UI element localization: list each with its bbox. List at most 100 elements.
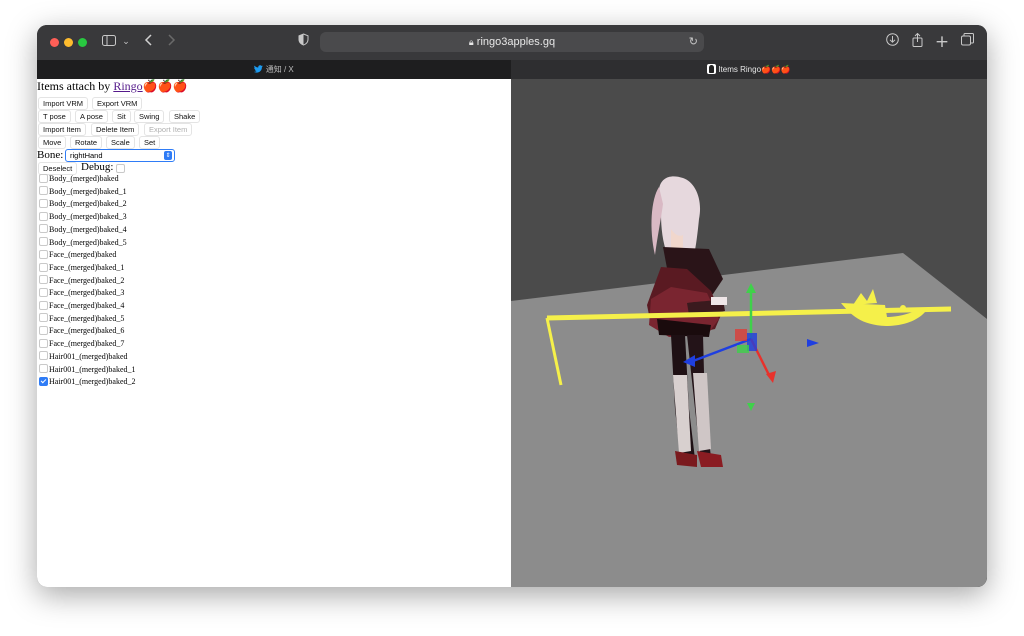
mesh-row[interactable]: Face_(merged)baked_7 — [39, 338, 124, 350]
page-title: Items attach by Ringo🍎🍎🍎 — [37, 79, 187, 93]
tab-twitter[interactable]: 通知 / X — [37, 60, 511, 79]
download-icon[interactable] — [884, 33, 900, 51]
mesh-row[interactable]: Face_(merged)baked_1 — [39, 262, 124, 274]
tab-items-ringo[interactable]: Items Ringo🍎🍎🍎 — [511, 60, 987, 79]
apple-emoji: 🍎🍎🍎 — [142, 79, 188, 93]
export-vrm-button[interactable]: Export VRM — [92, 97, 143, 110]
chevron-down-icon[interactable]: ⌄ — [121, 33, 131, 51]
mesh-row[interactable]: Hair001_(merged)baked_1 — [39, 364, 136, 376]
mesh-checkbox[interactable] — [39, 300, 48, 310]
scale-button[interactable]: Scale — [106, 136, 135, 149]
swing-button[interactable]: Swing — [134, 110, 165, 123]
mesh-label: Body_(merged)baked_2 — [49, 199, 127, 209]
character-favicon-icon — [707, 64, 717, 74]
mesh-checkbox[interactable] — [39, 186, 48, 196]
address-url: ringo3apples.gq — [476, 36, 556, 48]
mesh-label: Face_(merged)baked_3 — [49, 288, 125, 298]
mesh-row[interactable]: Body_(merged)baked_4 — [39, 224, 127, 236]
debug-checkbox[interactable] — [116, 164, 125, 173]
select-arrows-icon: ⇕ — [164, 151, 172, 160]
mesh-label: Hair001_(merged)baked_2 — [49, 377, 136, 387]
mesh-label: Body_(merged)baked_4 — [49, 224, 127, 234]
mesh-checkbox[interactable] — [39, 237, 48, 247]
import-vrm-button[interactable]: Import VRM — [38, 97, 89, 110]
mesh-label: Face_(merged)baked_6 — [49, 326, 125, 336]
minimize-window-button[interactable] — [64, 38, 73, 47]
forward-arrow-icon[interactable] — [165, 33, 179, 51]
mesh-checkbox[interactable] — [39, 262, 48, 272]
address-bar[interactable]: 🔒︎ ringo3apples.gq ↻ — [320, 32, 704, 52]
mesh-label: Hair001_(merged)baked — [49, 351, 128, 361]
mesh-row[interactable]: Hair001_(merged)baked_2 — [39, 376, 136, 388]
ringo-link[interactable]: Ringo — [113, 79, 142, 93]
mesh-checkbox[interactable] — [39, 173, 48, 183]
mesh-row[interactable]: Body_(merged)baked_3 — [39, 211, 127, 223]
mesh-checkbox[interactable] — [39, 313, 48, 323]
control-panel: Items attach by Ringo🍎🍎🍎 Import VRM Expo… — [37, 79, 511, 587]
mesh-label: Face_(merged)baked_1 — [49, 262, 125, 272]
shake-button[interactable]: Shake — [169, 110, 201, 123]
mesh-label: Body_(merged)baked_5 — [49, 237, 127, 247]
twitter-bird-icon — [254, 64, 266, 74]
tab-label: 通知 / X — [265, 65, 294, 74]
mesh-checkbox[interactable] — [39, 287, 48, 297]
rotate-button[interactable]: Rotate — [70, 136, 103, 149]
mesh-checkbox[interactable] — [39, 275, 48, 285]
close-window-button[interactable] — [50, 38, 59, 47]
mesh-checkbox[interactable] — [39, 338, 48, 348]
title-text: Items attach by — [37, 79, 114, 93]
mesh-row[interactable]: Hair001_(merged)baked — [39, 351, 128, 363]
mesh-checkbox[interactable] — [39, 211, 48, 221]
tab-bar: 通知 / X Items Ringo🍎🍎🍎 — [37, 60, 987, 79]
mesh-label: Face_(merged)baked — [49, 250, 117, 260]
mesh-label: Face_(merged)baked_7 — [49, 339, 125, 349]
delete-item-button[interactable]: Delete Item — [91, 123, 140, 136]
character-hand — [711, 297, 727, 305]
mesh-row[interactable]: Face_(merged)baked_3 — [39, 287, 124, 299]
mesh-checkbox[interactable] — [39, 351, 48, 361]
mesh-label: Body_(merged)baked_1 — [49, 186, 127, 196]
mesh-row[interactable]: Face_(merged)baked_5 — [39, 313, 124, 325]
mesh-row[interactable]: Face_(merged)baked — [39, 249, 116, 261]
sidebar-icon[interactable] — [101, 33, 117, 51]
bone-select-value: rightHand — [70, 151, 103, 160]
reload-icon[interactable]: ↻ — [689, 32, 698, 52]
mesh-row[interactable]: Face_(merged)baked_2 — [39, 275, 124, 287]
mesh-checkbox[interactable] — [39, 364, 48, 374]
mesh-checkbox[interactable] — [39, 199, 48, 209]
mesh-row[interactable]: Face_(merged)baked_4 — [39, 300, 124, 312]
tab-label: Items Ringo🍎🍎🍎 — [718, 65, 791, 74]
new-tab-icon[interactable]: + — [934, 33, 950, 51]
a-pose-button[interactable]: A pose — [75, 110, 108, 123]
mesh-checkbox[interactable] — [39, 326, 48, 336]
mesh-checkbox[interactable] — [39, 224, 48, 234]
mesh-row[interactable]: Body_(merged)baked_1 — [39, 186, 127, 198]
zoom-window-button[interactable] — [78, 38, 87, 47]
browser-toolbar: ⌄ 🔒︎ ringo3apples.gq ↻ + — [37, 25, 987, 61]
export-item-button[interactable]: Export Item — [144, 123, 193, 136]
mesh-row[interactable]: Face_(merged)baked_6 — [39, 325, 124, 337]
tab-overview-icon[interactable] — [959, 33, 975, 51]
share-icon[interactable] — [909, 32, 925, 52]
mesh-checkbox[interactable] — [39, 249, 48, 259]
sit-button[interactable]: Sit — [112, 110, 131, 123]
mesh-label: Body_(merged)baked — [49, 174, 119, 183]
mesh-label: Hair001_(merged)baked_1 — [49, 364, 136, 374]
mesh-label: Face_(merged)baked_5 — [49, 313, 125, 323]
t-pose-button[interactable]: T pose — [38, 110, 71, 123]
bone-label: Bone: — [37, 149, 64, 161]
privacy-shield-icon[interactable] — [296, 33, 310, 51]
mesh-label: Face_(merged)baked_2 — [49, 275, 125, 285]
set-button[interactable]: Set — [139, 136, 161, 149]
mesh-row[interactable]: Body_(merged)baked — [39, 173, 119, 185]
lock-icon: 🔒︎ — [468, 37, 474, 47]
back-arrow-icon[interactable] — [141, 33, 155, 51]
mesh-label: Face_(merged)baked_4 — [49, 301, 125, 310]
mesh-checkbox[interactable] — [39, 376, 48, 386]
debug-label: Debug: — [81, 161, 114, 173]
viewport-3d[interactable] — [511, 79, 987, 587]
mesh-row[interactable]: Body_(merged)baked_5 — [39, 237, 127, 249]
import-item-button[interactable]: Import Item — [38, 123, 86, 136]
ground-plane — [511, 253, 987, 587]
mesh-row[interactable]: Body_(merged)baked_2 — [39, 198, 127, 210]
